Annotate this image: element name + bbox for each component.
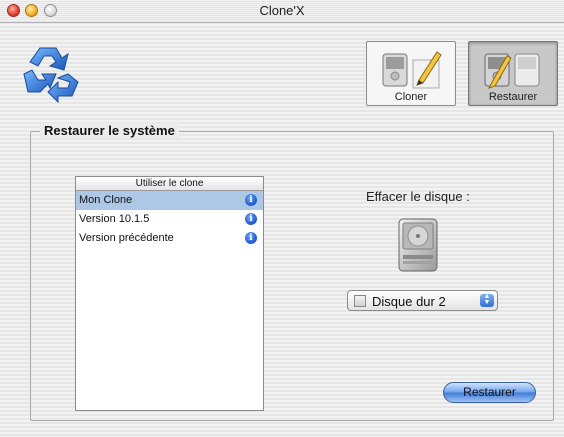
info-icon[interactable]: i	[245, 194, 257, 206]
erase-disk-label: Effacer le disque :	[366, 189, 470, 204]
clone-list[interactable]: Utiliser le clone Mon Clone i Version 10…	[75, 176, 264, 411]
info-icon[interactable]: i	[245, 232, 257, 244]
disk-select-popup[interactable]: Disque dur 2 ▲ ▼	[347, 290, 498, 311]
cloner-label: Cloner	[394, 91, 428, 103]
cloner-tool-button[interactable]: Cloner	[366, 41, 456, 106]
restaurer-label: Restaurer	[488, 91, 538, 103]
restaurer-disk-pencil-icon	[484, 53, 540, 89]
title-bar: Clone'X	[0, 0, 564, 23]
restaurer-tool-button[interactable]: Restaurer	[468, 41, 558, 106]
list-item-version-10-1-5[interactable]: Version 10.1.5 i	[76, 210, 263, 229]
list-item-label: Mon Clone	[79, 194, 133, 206]
hard-disk-small-icon	[354, 295, 366, 307]
popup-arrows-icon: ▲ ▼	[480, 293, 494, 307]
clone-list-header[interactable]: Utiliser le clone	[76, 177, 263, 191]
info-icon[interactable]: i	[245, 213, 257, 225]
window-title: Clone'X	[259, 3, 305, 18]
restore-button[interactable]: Restaurer	[443, 382, 536, 403]
list-item-version-precedente[interactable]: Version précédente i	[76, 229, 263, 248]
list-item-mon-clone[interactable]: Mon Clone i	[76, 191, 263, 210]
cloner-disk-pencil-icon	[382, 51, 442, 89]
hard-disk-icon	[397, 217, 439, 276]
list-item-label: Version 10.1.5	[79, 213, 150, 225]
group-title: Restaurer le système	[40, 123, 179, 138]
recycle-logo-icon	[18, 44, 88, 104]
list-item-label: Version précédente	[79, 232, 174, 244]
selected-disk: Disque dur 2	[372, 294, 446, 309]
